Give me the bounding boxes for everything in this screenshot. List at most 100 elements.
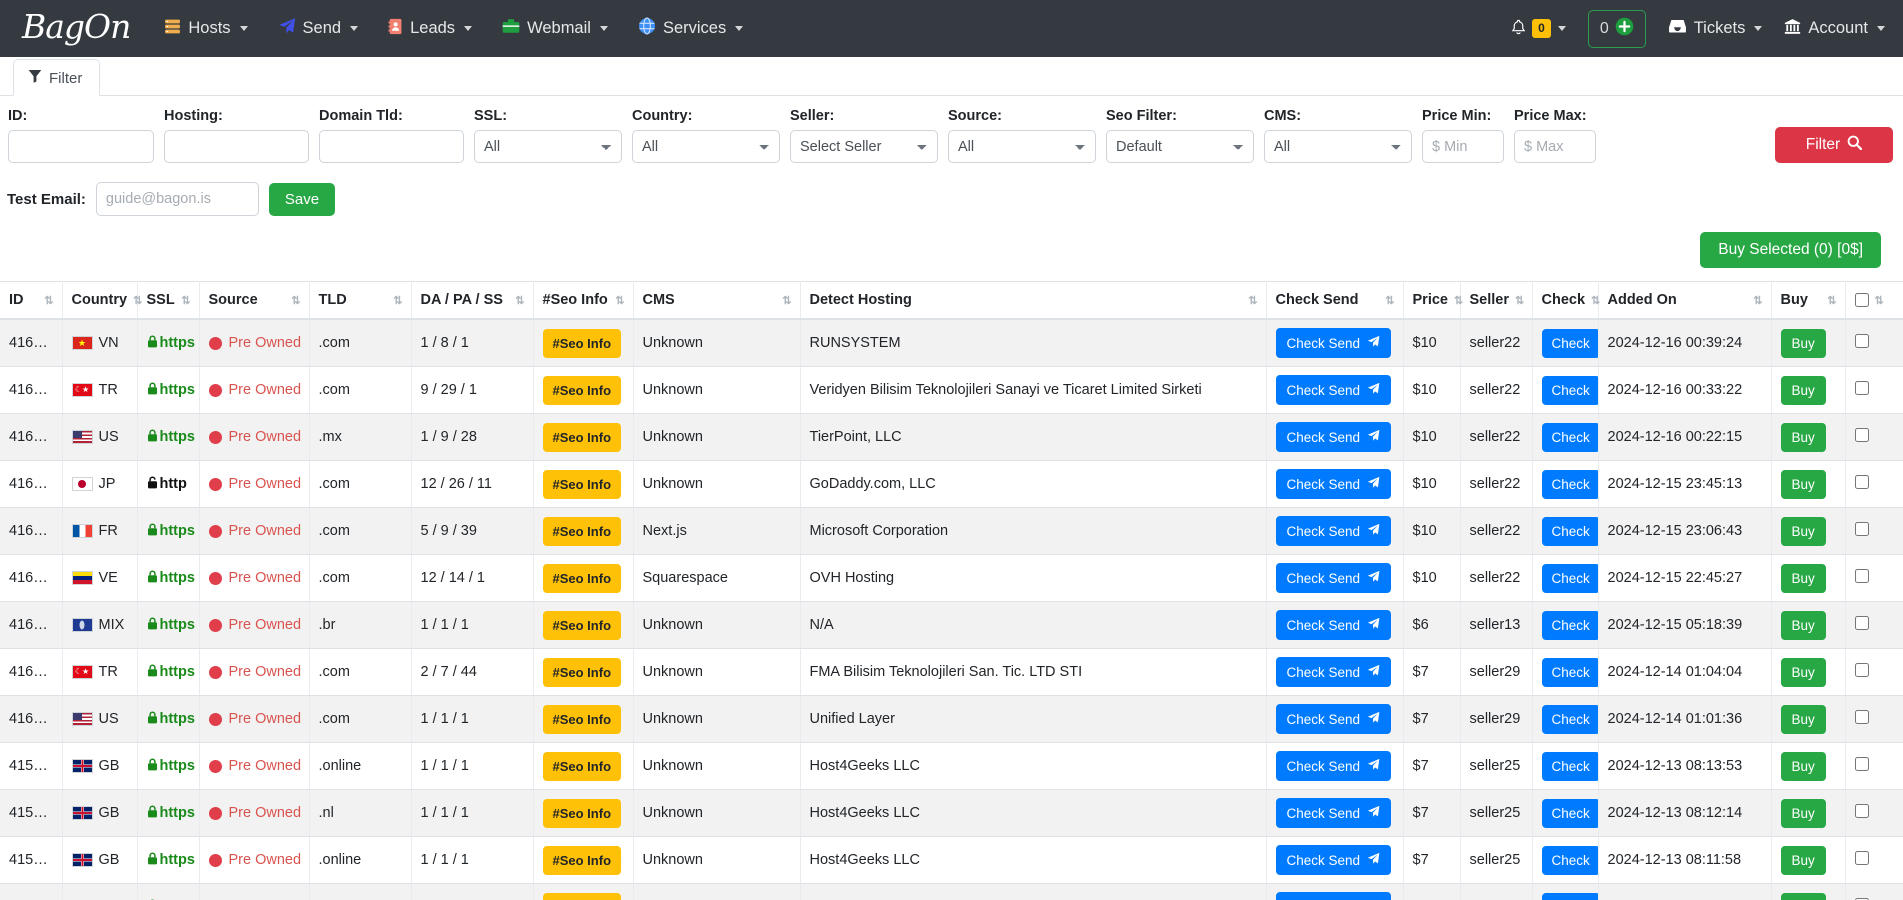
seo-info-button[interactable]: #Seo Info — [542, 328, 622, 358]
seo-info-button[interactable]: #Seo Info — [542, 845, 622, 875]
row-select-checkbox[interactable] — [1854, 851, 1869, 865]
check-button[interactable]: Check — [1541, 892, 1597, 900]
check-send-button[interactable]: Check Send — [1275, 751, 1392, 781]
row-select-checkbox[interactable] — [1854, 757, 1869, 771]
buy-button[interactable]: Buy — [1780, 892, 1826, 900]
check-button[interactable]: Check — [1541, 798, 1597, 828]
check-send-button[interactable]: Check Send — [1275, 328, 1392, 358]
row-select-checkbox[interactable] — [1854, 616, 1869, 630]
check-button[interactable]: Check — [1541, 610, 1597, 640]
check-send-button[interactable]: Check Send — [1275, 375, 1392, 405]
check-send-button[interactable]: Check Send — [1275, 892, 1392, 900]
buy-button[interactable]: Buy — [1780, 657, 1826, 687]
nav-item-webmail[interactable]: Webmail — [502, 18, 608, 39]
seo-info-button[interactable]: #Seo Info — [542, 892, 622, 900]
source-select[interactable]: All — [948, 130, 1096, 163]
seo-info-button[interactable]: #Seo Info — [542, 798, 622, 828]
check-send-button[interactable]: Check Send — [1275, 563, 1392, 593]
nav-item-tickets[interactable]: Tickets — [1668, 18, 1763, 39]
filter-button[interactable]: Filter — [1775, 127, 1893, 163]
select-all-checkbox[interactable] — [1854, 293, 1869, 307]
nav-item-hosts[interactable]: Hosts — [164, 18, 248, 40]
check-button[interactable]: Check — [1541, 751, 1597, 781]
buy-button[interactable]: Buy — [1780, 375, 1826, 405]
ssl-select[interactable]: All — [474, 130, 622, 163]
col-buy[interactable]: Buy ⇅ — [1771, 281, 1846, 320]
nav-item-leads[interactable]: Leads — [388, 18, 473, 40]
col-source[interactable]: Source ⇅ — [199, 281, 310, 320]
col-da-pa-ss[interactable]: DA / PA / SS ⇅ — [411, 281, 534, 320]
buy-button[interactable]: Buy — [1780, 751, 1826, 781]
row-select-checkbox[interactable] — [1854, 334, 1869, 348]
col-check[interactable]: Check ⇅ — [1532, 281, 1600, 320]
check-button[interactable]: Check — [1541, 704, 1597, 734]
seo-info-button[interactable]: #Seo Info — [542, 563, 622, 593]
row-select-checkbox[interactable] — [1854, 710, 1869, 724]
row-select-checkbox[interactable] — [1854, 804, 1869, 818]
col-check-send[interactable]: Check Send ⇅ — [1266, 281, 1404, 320]
price-min-input[interactable] — [1422, 130, 1504, 163]
check-send-button[interactable]: Check Send — [1275, 845, 1392, 875]
col-price[interactable]: Price ⇅ — [1403, 281, 1463, 320]
check-send-button[interactable]: Check Send — [1275, 469, 1392, 499]
check-button[interactable]: Check — [1541, 422, 1597, 452]
check-send-button[interactable]: Check Send — [1275, 422, 1392, 452]
seo-filter-select[interactable]: Default — [1106, 130, 1254, 163]
row-select-checkbox[interactable] — [1854, 663, 1869, 677]
price-max-input[interactable] — [1514, 130, 1596, 163]
hosting-input[interactable] — [164, 130, 309, 163]
tab-filter[interactable]: Filter — [13, 59, 101, 96]
buy-button[interactable]: Buy — [1780, 563, 1826, 593]
buy-button[interactable]: Buy — [1780, 704, 1826, 734]
buy-button[interactable]: Buy — [1780, 610, 1826, 640]
seo-info-button[interactable]: #Seo Info — [542, 704, 622, 734]
col-id[interactable]: ID ⇅ — [0, 281, 63, 320]
check-send-button[interactable]: Check Send — [1275, 516, 1392, 546]
country-select[interactable]: All — [632, 130, 780, 163]
save-test-email-button[interactable]: Save — [268, 182, 336, 216]
buy-button[interactable]: Buy — [1780, 422, 1826, 452]
buy-button[interactable]: Buy — [1780, 516, 1826, 546]
buy-button[interactable]: Buy — [1780, 845, 1826, 875]
seller-select[interactable]: Select Seller — [790, 130, 938, 163]
nav-item-services[interactable]: Services — [638, 17, 744, 40]
seo-info-button[interactable]: #Seo Info — [542, 610, 622, 640]
row-select-checkbox[interactable] — [1854, 381, 1869, 395]
check-button[interactable]: Check — [1541, 657, 1597, 687]
seo-info-button[interactable]: #Seo Info — [542, 469, 622, 499]
cms-select[interactable]: All — [1264, 130, 1412, 163]
seo-info-button[interactable]: #Seo Info — [542, 751, 622, 781]
col-cms[interactable]: CMS ⇅ — [633, 281, 801, 320]
check-button[interactable]: Check — [1541, 563, 1597, 593]
row-select-checkbox[interactable] — [1854, 428, 1869, 442]
check-button[interactable]: Check — [1541, 469, 1597, 499]
add-credit-button[interactable]: 0 — [1587, 9, 1646, 48]
check-send-button[interactable]: Check Send — [1275, 610, 1392, 640]
col-seller[interactable]: Seller ⇅ — [1460, 281, 1533, 320]
test-email-input[interactable] — [95, 182, 259, 216]
brand-logo[interactable]: BagOn — [22, 10, 131, 47]
check-send-button[interactable]: Check Send — [1275, 657, 1392, 687]
row-select-checkbox[interactable] — [1854, 522, 1869, 536]
buy-selected-button[interactable]: Buy Selected (0) [0$] — [1700, 232, 1881, 268]
col-select-all[interactable]: ⇅ — [1845, 281, 1903, 320]
seo-info-button[interactable]: #Seo Info — [542, 375, 622, 405]
buy-button[interactable]: Buy — [1780, 328, 1826, 358]
notifications-button[interactable]: 0 — [1510, 19, 1566, 39]
seo-info-button[interactable]: #Seo Info — [542, 516, 622, 546]
check-button[interactable]: Check — [1541, 845, 1597, 875]
id-input[interactable] — [8, 130, 154, 163]
seo-info-button[interactable]: #Seo Info — [542, 422, 622, 452]
col-ssl[interactable]: SSL ⇅ — [137, 281, 200, 320]
col-detect-hosting[interactable]: Detect Hosting ⇅ — [800, 281, 1267, 320]
check-send-button[interactable]: Check Send — [1275, 704, 1392, 734]
buy-button[interactable]: Buy — [1780, 469, 1826, 499]
check-send-button[interactable]: Check Send — [1275, 798, 1392, 828]
check-button[interactable]: Check — [1541, 516, 1597, 546]
row-select-checkbox[interactable] — [1854, 569, 1869, 583]
col-seo-info[interactable]: #Seo Info ⇅ — [533, 281, 634, 320]
seo-info-button[interactable]: #Seo Info — [542, 657, 622, 687]
nav-item-send[interactable]: Send — [278, 17, 359, 40]
row-select-checkbox[interactable] — [1854, 475, 1869, 489]
col-tld[interactable]: TLD ⇅ — [309, 281, 412, 320]
